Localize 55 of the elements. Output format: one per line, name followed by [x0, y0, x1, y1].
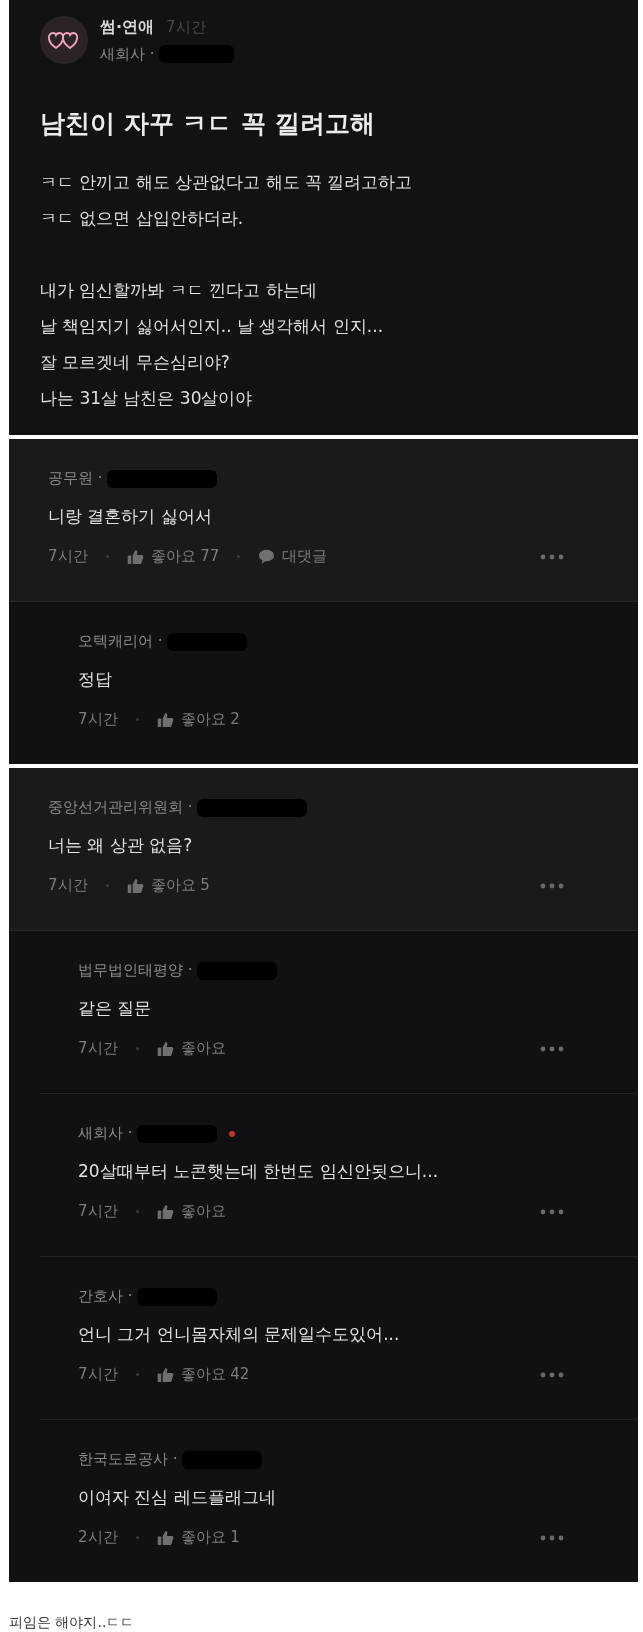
- like-button[interactable]: 좋아요 77: [126, 545, 220, 568]
- author-company: 중앙선거관리위원회 ·: [48, 797, 193, 819]
- more-icon[interactable]: [540, 1208, 564, 1215]
- thumbs-up-icon: [156, 1040, 174, 1057]
- reply-button[interactable]: 대댓글: [258, 545, 328, 568]
- comment-time: 2시간: [78, 1527, 118, 1549]
- comment-time: 7시간: [48, 875, 88, 897]
- author-company: 한국도로공사 ·: [78, 1449, 178, 1471]
- more-icon[interactable]: [540, 1371, 564, 1378]
- like-button[interactable]: 좋아요 1: [156, 1526, 240, 1549]
- comment-text: 정답: [78, 667, 113, 691]
- comment-text: 이여자 진심 레드플래그네: [78, 1485, 277, 1509]
- more-icon[interactable]: [540, 1045, 564, 1052]
- thumbs-up-icon: [156, 1366, 174, 1383]
- comment-icon: [258, 549, 276, 564]
- comment-time: 7시간: [78, 1201, 118, 1223]
- author-company: 공무원 ·: [48, 468, 103, 490]
- author-company: 간호사 ·: [78, 1286, 133, 1308]
- author-company: 오텍캐리어 ·: [78, 631, 163, 653]
- comment-time: 7시간: [78, 1038, 118, 1060]
- post-title: 남친이 자꾸 ㅋㄷ 꼭 낄려고해: [40, 107, 376, 140]
- comment-text: 같은 질문: [78, 996, 153, 1020]
- like-button[interactable]: 좋아요 5: [126, 874, 210, 897]
- comment-time: 7시간: [48, 546, 88, 568]
- post-body-line: 나는 31살 남친은 30살이야: [40, 386, 254, 410]
- post-time: 7시간: [166, 16, 206, 38]
- author-company: 새회사 ·: [78, 1123, 133, 1145]
- comment-time: 7시간: [78, 1364, 118, 1386]
- thumbs-up-icon: [156, 1529, 174, 1546]
- more-icon[interactable]: [540, 882, 564, 889]
- author-company: 새회사 ·: [100, 44, 155, 65]
- like-button[interactable]: 좋아요: [156, 1200, 226, 1223]
- comment-text: 언니 그거 언니몸자체의 문제일수도있어...: [78, 1322, 401, 1346]
- comment-text: 20살때부터 노콘햇는데 한번도 임신안됫으니...: [78, 1159, 440, 1183]
- post-body-line: 잘 모르겟네 무슨심리야?: [40, 350, 231, 374]
- comment-text: 니랑 결혼하기 싫어서: [48, 504, 213, 528]
- thumbs-up-icon: [156, 711, 174, 728]
- thumbs-up-icon: [126, 877, 144, 894]
- thumbs-up-icon: [126, 548, 144, 565]
- avatar-hearts-icon: [40, 16, 88, 65]
- post-body-line: 날 책임지기 싫어서인지.. 날 생각해서 인지...: [40, 314, 385, 338]
- like-button[interactable]: 좋아요 2: [156, 708, 240, 731]
- caption-text: 피임은 해야지..ㄷㄷ: [9, 1612, 136, 1632]
- post-body-line: 내가 임신할까봐 ㅋㄷ 낀다고 하는데: [40, 278, 318, 302]
- more-icon[interactable]: [540, 1534, 564, 1541]
- thumbs-up-icon: [156, 1203, 174, 1220]
- author-company: 법무법인태평양 ·: [78, 960, 193, 982]
- like-button[interactable]: 좋아요 42: [156, 1363, 250, 1386]
- more-icon[interactable]: [540, 553, 564, 560]
- comment-time: 7시간: [78, 709, 118, 731]
- comment-text: 너는 왜 상관 없음?: [48, 833, 194, 857]
- post-body-line: ㅋㄷ 안끼고 해도 상관없다고 해도 꼭 낄려고하고: [40, 170, 414, 194]
- post-body-line: ㅋㄷ 없으면 삽입안하더라.: [40, 206, 245, 230]
- like-button[interactable]: 좋아요: [156, 1037, 226, 1060]
- board-category[interactable]: 썸·연애: [100, 15, 155, 39]
